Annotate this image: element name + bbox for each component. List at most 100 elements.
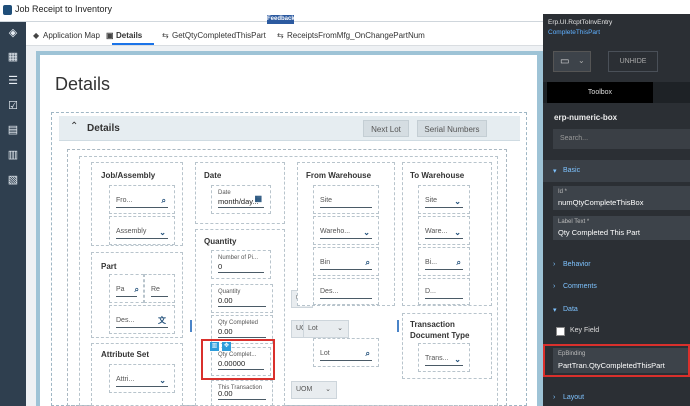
search-icon[interactable]: ⌕ [135,285,139,295]
chevron-down-icon[interactable]: ⌄ [159,376,166,385]
key-field-checkbox[interactable] [556,327,565,336]
component-path: Erp.UI.RcptToInvEntry [548,19,613,26]
lot-field[interactable]: Lot ⌕ [313,338,379,367]
grid-icon[interactable]: ▦ [6,50,20,64]
table-icon[interactable]: ▥ [6,148,20,162]
tab-application-map[interactable]: ◆ Application Map [33,31,100,40]
part-description-field[interactable]: Des... 文 [109,305,175,334]
uom-select[interactable]: UOM ⌄ [291,381,337,399]
calendar-icon[interactable]: ▦ [254,194,262,203]
caret-down-icon: ▾ [553,168,557,175]
move-icon[interactable]: ✥ [222,342,231,351]
search-icon[interactable]: ⌕ [162,196,166,206]
to-description-field[interactable]: D... [418,278,470,305]
search-icon[interactable]: ⌕ [366,349,370,359]
transaction-doc-type-field[interactable]: Trans... ⌄ [418,343,470,372]
to-bin-field[interactable]: Bi... ⌕ [418,247,470,276]
chevron-down-icon[interactable]: ⌄ [454,197,461,206]
layers-icon[interactable]: ◈ [6,26,20,40]
search-icon[interactable]: ⌕ [366,258,370,268]
device-select[interactable]: ▭ ⌄ [553,51,591,72]
selection-toolbar: ▥ ✥ [210,342,232,351]
chevron-down-icon[interactable]: ⌄ [363,228,370,237]
chevron-down-icon[interactable]: ⌄ [159,228,166,237]
transaction-doc-title: Transaction Document Type [410,320,470,340]
active-tab-underline [112,43,154,45]
tab-details[interactable]: ▣ Details [106,31,142,40]
job-assembly-title: Job/Assembly [101,171,156,180]
feedback-button[interactable]: Feedback [267,15,295,24]
document-icon[interactable]: ▧ [6,173,20,187]
job-field[interactable]: Fro... ⌕ [109,185,175,214]
from-warehouse-field[interactable]: Wareho... ⌄ [313,216,379,245]
date-field[interactable]: Date month/day... ▦ [211,185,271,214]
from-site-field[interactable]: Site [313,185,379,214]
tab-receipts-onchange[interactable]: ⇆ ReceiptsFromMfg_OnChangePartNum [277,31,425,40]
from-description-field[interactable]: Des... [313,278,379,305]
chevron-down-icon[interactable]: ⌄ [454,228,461,237]
caret-right-icon[interactable]: › [553,394,555,401]
part-title: Part [101,262,117,271]
label-text-field[interactable]: Label Text * Qty Completed This Part [553,216,690,240]
drop-indicator [190,320,192,332]
data-section-label[interactable]: Data [563,306,578,313]
event-icon: ⇆ [277,31,284,40]
part-field[interactable]: Pa ⌕ [109,274,144,303]
chevron-down-icon: ⌄ [325,386,331,393]
component-id-link[interactable]: CompleteThisPart [548,29,600,36]
chevron-down-icon: ⌄ [578,56,585,65]
number-of-pieces-field[interactable]: Number of Pi... 0 [211,250,271,279]
search-icon[interactable]: ⌕ [457,258,461,268]
quantity-field[interactable]: Quantity 0.00 [211,284,273,313]
tab-get-qty-completed[interactable]: ⇆ GetQtyCompletedThisPart [162,31,266,40]
epbinding-highlight [543,344,690,377]
delete-icon[interactable]: ▥ [210,342,219,351]
to-site-field[interactable]: Site ⌄ [418,185,470,214]
toolbox-tab[interactable]: Toolbox [547,82,653,103]
basic-section-label: Basic [563,167,581,174]
to-warehouse-field[interactable]: Ware... ⌄ [418,216,470,245]
checklist-icon[interactable]: ☑ [6,99,20,113]
unhide-button[interactable]: UNHIDE [608,51,658,72]
to-warehouse-title: To Warehouse [410,171,465,180]
assembly-field[interactable]: Assembly ⌄ [109,216,175,245]
app-icon [3,5,12,15]
property-search-input[interactable]: Search... [553,129,690,149]
tab-bar: ◆ Application Map ▣ Details ⇆ GetQtyComplet… [26,22,543,46]
window-title: Job Receipt to Inventory [15,4,113,14]
id-field[interactable]: Id * numQtyCompleteThisBox [553,186,690,210]
dataview-icon[interactable]: ▤ [6,123,20,137]
translate-icon[interactable]: 文 [158,315,166,326]
caret-right-icon[interactable]: › [553,283,555,290]
quantity-title: Quantity [204,237,237,246]
from-warehouse-title: From Warehouse [306,171,372,180]
chevron-down-icon[interactable]: ⌄ [454,355,461,364]
details-icon: ▣ [106,31,114,40]
drop-indicator [397,320,399,332]
caret-right-icon[interactable]: › [553,261,555,268]
key-field-label: Key Field [570,327,600,334]
comments-section-label[interactable]: Comments [563,283,597,290]
chevron-up-icon[interactable]: ⌃ [70,121,78,132]
lot-select[interactable]: Lot ⌄ [303,320,349,338]
panel-title: Details [87,123,120,134]
left-toolbar: ◈ ▦ ☰ ☑ ▤ ▥ ▧ [0,22,26,406]
serial-numbers-button[interactable]: Serial Numbers [417,120,487,137]
map-icon: ◆ [33,31,40,40]
behavior-section-label[interactable]: Behavior [563,261,591,268]
attribute-field[interactable]: Attri... ⌄ [109,364,175,393]
revision-field[interactable]: Re [144,274,175,303]
this-transaction-field[interactable]: This Transaction 0.00 [211,380,273,406]
list-icon[interactable]: ☰ [6,74,20,88]
date-title: Date [204,171,222,180]
next-lot-button[interactable]: Next Lot [363,120,409,137]
layout-section-label[interactable]: Layout [563,394,584,401]
event-icon: ⇆ [162,31,169,40]
caret-down-icon[interactable]: ▾ [553,306,557,314]
from-bin-field[interactable]: Bin ⌕ [313,247,379,276]
chevron-down-icon: ⌄ [337,325,343,332]
page-title: Details [55,74,111,94]
attribute-set-title: Attribute Set [101,350,149,359]
laptop-icon: ▭ [560,56,570,67]
component-type: erp-numeric-box [554,113,618,122]
